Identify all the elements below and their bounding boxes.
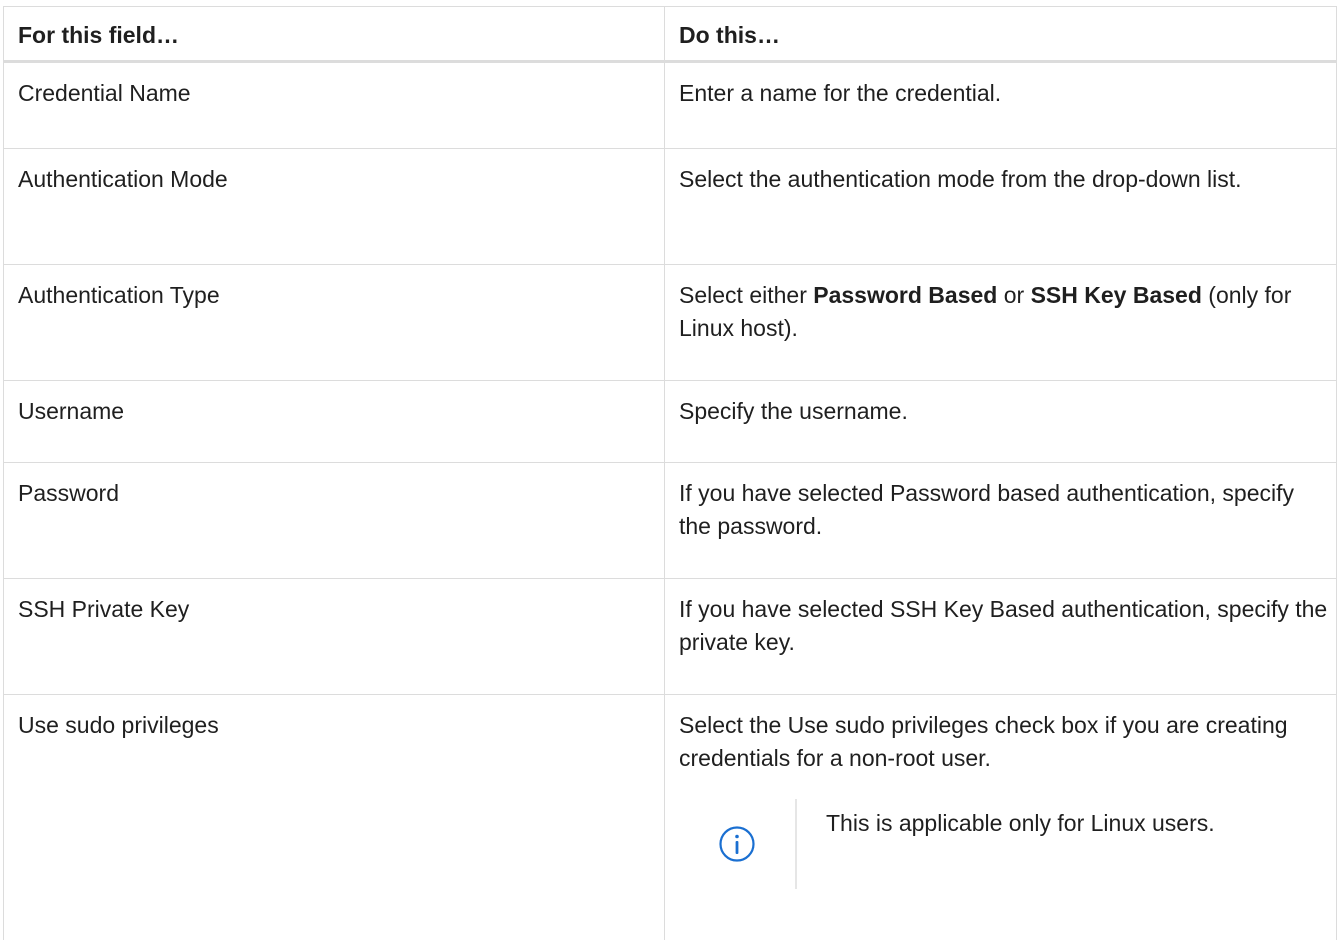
field-cell: Authentication Mode xyxy=(3,148,665,265)
table-row: SSH Private Key If you have selected SSH… xyxy=(3,578,1337,695)
header-action: Do this… xyxy=(664,6,1337,63)
field-cell: SSH Private Key xyxy=(3,578,665,695)
header-field: For this field… xyxy=(3,6,665,63)
table-row: Authentication Mode Select the authentic… xyxy=(3,148,1337,265)
info-icon xyxy=(719,826,755,862)
field-cell: Authentication Type xyxy=(3,264,665,381)
table-row: Password If you have selected Password b… xyxy=(3,462,1337,579)
field-cell: Credential Name xyxy=(3,61,665,149)
note-text: This is applicable only for Linux users. xyxy=(826,810,1215,836)
note-box: This is applicable only for Linux users. xyxy=(679,799,1330,889)
table-header-row: For this field… Do this… xyxy=(3,6,1337,63)
field-cell: Password xyxy=(3,462,665,579)
action-bold-text: SSH Key Based xyxy=(1030,282,1202,308)
action-bold-text: Password Based xyxy=(813,282,998,308)
field-cell: Use sudo privileges xyxy=(3,694,665,940)
action-cell: Select the Use sudo privileges check box… xyxy=(664,694,1337,940)
action-text: Select the Use sudo privileges check box… xyxy=(679,712,1288,771)
action-text: Select either xyxy=(679,282,814,308)
table-row: Credential Name Enter a name for the cre… xyxy=(3,61,1337,149)
action-cell: Specify the username. xyxy=(664,380,1337,463)
note-icon-wrap xyxy=(679,799,797,889)
field-cell: Username xyxy=(3,380,665,463)
table-row: Username Specify the username. xyxy=(3,380,1337,463)
action-text: or xyxy=(997,282,1031,308)
table-row: Authentication Type Select either Passwo… xyxy=(3,264,1337,381)
action-cell: Enter a name for the credential. xyxy=(664,61,1337,149)
table-row: Use sudo privileges Select the Use sudo … xyxy=(3,694,1337,940)
action-cell: If you have selected Password based auth… xyxy=(664,462,1337,579)
action-cell: If you have selected SSH Key Based authe… xyxy=(664,578,1337,695)
action-cell: Select either Password Based or SSH Key … xyxy=(664,264,1337,381)
credential-fields-table: For this field… Do this… Credential Name… xyxy=(3,6,1337,940)
action-cell: Select the authentication mode from the … xyxy=(664,148,1337,265)
